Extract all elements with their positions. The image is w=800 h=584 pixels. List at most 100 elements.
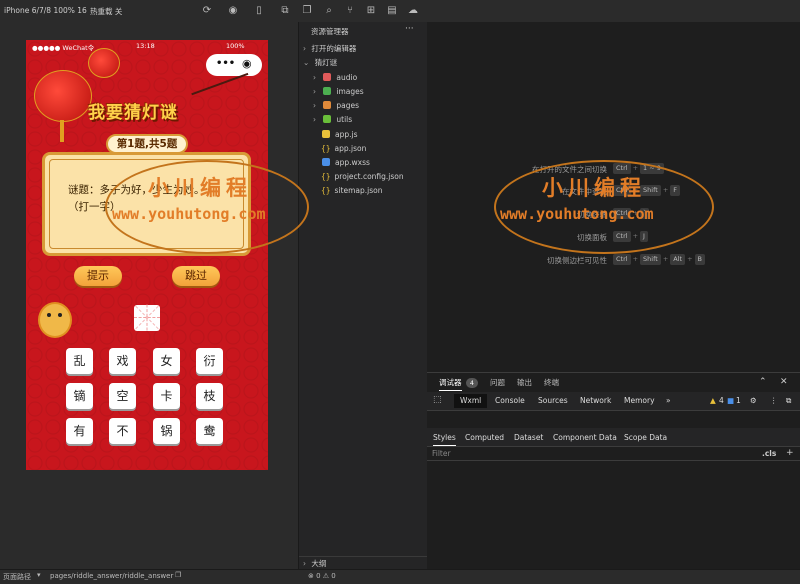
tab-wxml[interactable]: Wxml	[454, 394, 488, 408]
file-app-js[interactable]: app.js	[299, 128, 427, 142]
tab-debugger[interactable]: 调试器	[439, 376, 462, 391]
more-dots-icon[interactable]: •••	[216, 58, 235, 69]
folder-icon	[323, 87, 332, 95]
record-icon[interactable]: ◉	[226, 4, 240, 18]
settings-icon[interactable]: ⚙	[750, 394, 757, 408]
tab-component-data[interactable]: Component Data	[553, 431, 617, 445]
more-actions-icon[interactable]: ···	[405, 24, 414, 34]
tab-sources[interactable]: Sources	[538, 394, 568, 408]
phone-icon[interactable]: ▯	[252, 4, 266, 18]
folder-images[interactable]: › images	[299, 85, 427, 99]
git-icon[interactable]: ⑂	[343, 4, 357, 18]
lantern-icon	[34, 70, 92, 122]
file-label: project.config.json	[334, 172, 404, 181]
hot-reload-toggle[interactable]: 热重载 关	[90, 6, 122, 17]
message-icon: ■	[727, 396, 735, 405]
tab-dataset[interactable]: Dataset	[514, 431, 543, 445]
wxss-file-icon	[322, 158, 330, 166]
tab-styles[interactable]: Styles	[433, 431, 456, 446]
inspect-icon[interactable]: ⬚	[433, 395, 442, 405]
close-icon[interactable]: ✕	[780, 377, 788, 387]
file-app-json[interactable]: {} app.json	[299, 142, 427, 156]
char-tile[interactable]: 不	[109, 418, 136, 444]
game-title: 我要猜灯谜	[88, 103, 178, 123]
file-label: sitemap.json	[334, 186, 383, 195]
json-file-icon: {}	[321, 144, 331, 153]
file-app-wxss[interactable]: app.wxss	[299, 156, 427, 170]
watermark-url: www.youhutong.com	[112, 205, 266, 223]
tab-network[interactable]: Network	[580, 394, 611, 408]
tab-output[interactable]: 输出	[517, 376, 532, 390]
watermark-title: 小川编程	[542, 176, 646, 200]
small-lantern-icon	[88, 48, 120, 78]
project-section[interactable]: ⌄ 猜灯谜	[299, 56, 427, 70]
folder-icon	[323, 101, 332, 109]
file-sitemap[interactable]: {} sitemap.json	[299, 184, 427, 198]
ox-mascot-icon	[38, 302, 72, 338]
watermark-url: www.youhutong.com	[500, 205, 654, 223]
hint-button[interactable]: 提示	[74, 266, 122, 286]
extensions-icon[interactable]: ⊞	[364, 4, 378, 18]
folder-pages[interactable]: › pages	[299, 99, 427, 113]
char-tile[interactable]: 女	[153, 348, 180, 374]
folder-audio[interactable]: › audio	[299, 71, 427, 85]
answer-slot[interactable]	[134, 304, 160, 331]
device-select[interactable]: iPhone 6/7/8 100% 16	[4, 6, 87, 15]
file-project-config[interactable]: {} project.config.json	[299, 170, 427, 184]
shortcut-label: 切换侧边栏可见性	[547, 256, 607, 265]
question-progress: 第1题,共5题	[106, 134, 188, 154]
open-editors-section[interactable]: › 打开的编辑器	[299, 42, 427, 56]
top-toolbar: iPhone 6/7/8 100% 16 热重载 关 ⟳ ◉ ▯ ⧉ ❐ ⌕ ⑂…	[0, 0, 800, 23]
capsule-menu[interactable]: ••• ◉	[206, 54, 262, 76]
debugger-badge: 4	[466, 378, 478, 388]
refresh-icon[interactable]: ⟳	[200, 4, 214, 18]
search-icon[interactable]: ⌕	[322, 4, 336, 18]
status-bar: 页面路径 ▾ pages/riddle_answer/riddle_answer…	[0, 569, 800, 584]
folder-icon	[323, 73, 332, 81]
tab-computed[interactable]: Computed	[465, 431, 504, 445]
message-count: 1	[736, 396, 741, 405]
tab-scope-data[interactable]: Scope Data	[624, 431, 667, 445]
char-tile[interactable]: 戏	[109, 348, 136, 374]
chevron-up-icon[interactable]: ⌃	[759, 377, 767, 387]
cls-toggle[interactable]: .cls	[762, 449, 776, 458]
char-tile[interactable]: 衍	[196, 348, 223, 374]
skip-button[interactable]: 跳过	[172, 266, 220, 286]
kebab-icon[interactable]: ⋮	[770, 394, 778, 408]
add-rule-icon[interactable]: +	[786, 448, 794, 458]
tab-terminal[interactable]: 终端	[544, 376, 559, 390]
tab-console[interactable]: Console	[495, 394, 525, 408]
warning-count: 4	[719, 396, 724, 405]
divider	[427, 460, 800, 461]
char-tile[interactable]: 锅	[153, 418, 180, 444]
chevron-down-icon: ⌄	[303, 58, 310, 67]
char-tile[interactable]: 镝	[66, 383, 93, 409]
outline-label: 大纲	[311, 559, 327, 568]
char-tile[interactable]: 鸯	[196, 418, 223, 444]
watermark-title: 小川编程	[148, 176, 252, 200]
chevron-right-icon: ›	[303, 44, 306, 53]
tab-problems[interactable]: 问题	[490, 376, 505, 390]
folder-utils[interactable]: › utils	[299, 113, 427, 127]
folder-label: pages	[336, 101, 360, 110]
dock-icon[interactable]: ⧉	[786, 394, 791, 408]
close-mini-icon[interactable]: ◉	[242, 57, 252, 70]
folder-label: images	[336, 87, 364, 96]
more-panels-icon[interactable]: »	[666, 394, 671, 408]
char-tile[interactable]: 乱	[66, 348, 93, 374]
layout-icon[interactable]: ▤	[385, 4, 399, 18]
window-icon[interactable]: ⧉	[278, 4, 292, 18]
char-tile[interactable]: 空	[109, 383, 136, 409]
copy-icon[interactable]: ❐	[175, 571, 181, 579]
files-icon[interactable]: ❐	[300, 4, 314, 18]
folder-icon	[323, 115, 332, 123]
char-tile[interactable]: 卡	[153, 383, 180, 409]
char-tile[interactable]: 枝	[196, 383, 223, 409]
char-tile[interactable]: 有	[66, 418, 93, 444]
caret-down-icon[interactable]: ▾	[37, 571, 41, 579]
page-path[interactable]: pages/riddle_answer/riddle_answer	[50, 572, 173, 580]
cloud-icon[interactable]: ☁	[406, 4, 420, 18]
tab-memory[interactable]: Memory	[624, 394, 655, 408]
phone-screen: ●●●●● WeChat令 13:18 100% ••• ◉ 我要猜灯谜 第1题…	[26, 40, 268, 470]
filter-input[interactable]: Filter	[432, 449, 451, 458]
